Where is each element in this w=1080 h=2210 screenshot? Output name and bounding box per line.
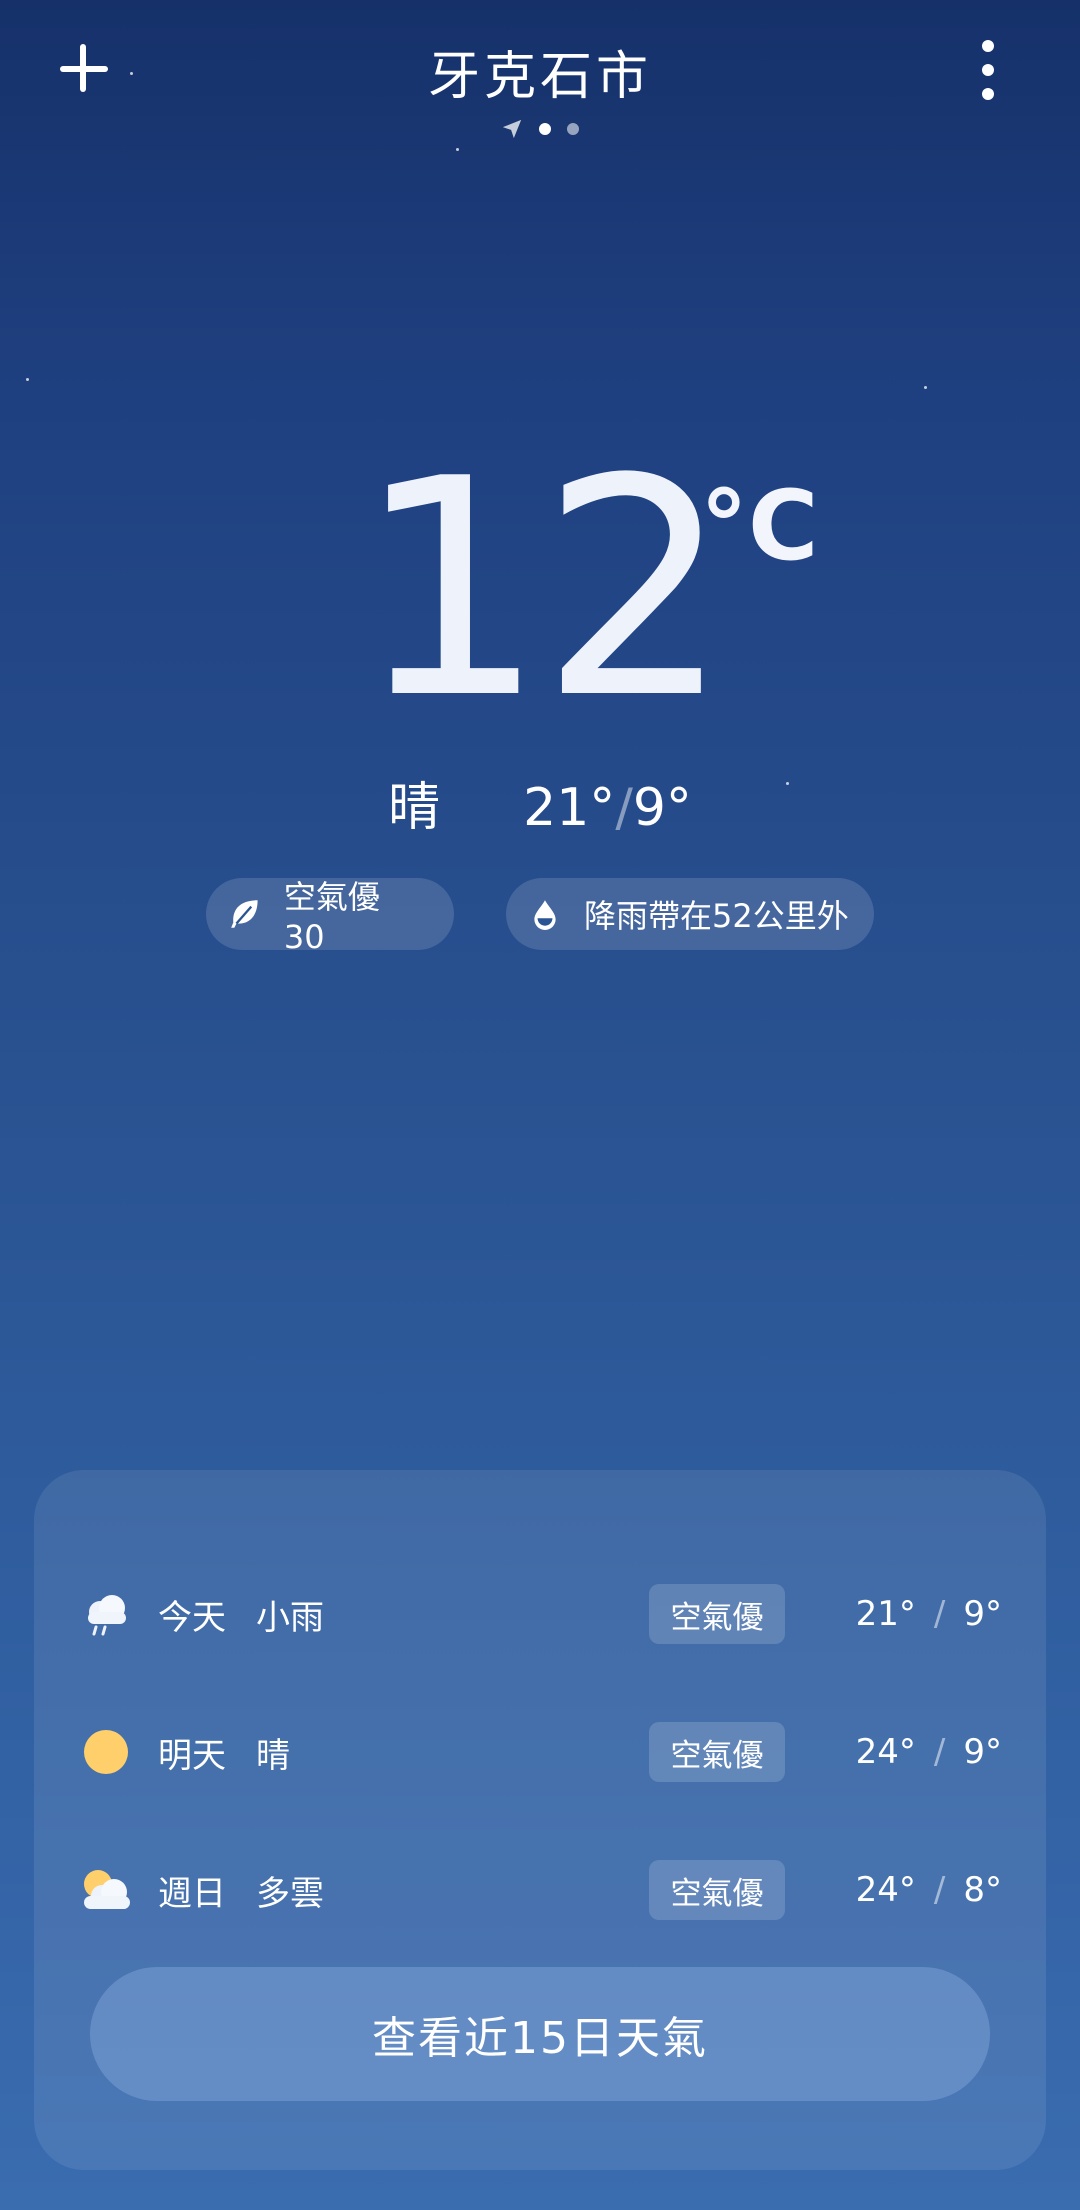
page-indicator — [0, 118, 1080, 140]
page-dot — [567, 123, 579, 135]
temp-separator: / — [933, 1594, 946, 1634]
more-options-button[interactable] — [976, 40, 1000, 100]
air-quality-text: 空氣優 30 — [283, 878, 380, 956]
forecast-aqi-badge: 空氣優 — [649, 1722, 785, 1782]
temperature-unit: °C — [700, 470, 819, 582]
forecast-condition: 多雲 — [256, 1873, 324, 1914]
page-dot-active — [539, 123, 551, 135]
star-decoration — [924, 386, 927, 389]
current-condition-line: 晴 21°/9° — [0, 765, 1080, 840]
raindrop-icon — [534, 900, 556, 930]
forecast-low: 9° — [963, 1732, 1002, 1772]
rain-cloud-icon — [88, 1595, 126, 1636]
forecast-high: 21° — [855, 1594, 916, 1634]
forecast-low: 8° — [963, 1870, 1002, 1910]
forecast-card: 今天 小雨 空氣優 21° / 9° 明天 晴 空氣優 24° / 9° 週日 … — [34, 1470, 1046, 2170]
forecast-condition: 小雨 — [256, 1597, 324, 1638]
star-decoration — [456, 148, 459, 151]
forecast-row-tomorrow[interactable]: 明天 晴 空氣優 24° / 9° — [34, 1712, 1046, 1792]
forecast-aqi-badge: 空氣優 — [649, 1860, 785, 1920]
forecast-temperature: 24° / 9° — [856, 1732, 1002, 1772]
forecast-day: 週日 — [158, 1873, 226, 1914]
more-dot-icon — [982, 88, 994, 100]
forecast-high: 24° — [855, 1870, 916, 1910]
forecast-temperature: 21° / 9° — [856, 1594, 1002, 1634]
rain-distance-text: 降雨帶在52公里外 — [584, 897, 849, 935]
more-dot-icon — [982, 64, 994, 76]
forecast-temperature: 24° / 8° — [856, 1870, 1002, 1910]
current-high: 21° — [523, 778, 616, 838]
current-temperature: 12 — [355, 415, 731, 764]
forecast-high: 24° — [855, 1732, 916, 1772]
sun-icon — [84, 1730, 128, 1774]
current-temperature-block: 12 °C — [0, 440, 1080, 740]
star-decoration — [26, 378, 29, 381]
rain-distance-badge[interactable]: 降雨帶在52公里外 — [506, 878, 874, 950]
air-quality-badge[interactable]: 空氣優 30 — [206, 878, 454, 956]
temp-separator: / — [933, 1870, 946, 1910]
more-dot-icon — [982, 40, 994, 52]
forecast-low: 9° — [963, 1594, 1002, 1634]
forecast-aqi-badge: 空氣優 — [649, 1584, 785, 1644]
view-15-day-forecast-button[interactable]: 查看近15日天氣 — [90, 1967, 990, 2101]
partly-cloudy-icon — [84, 1870, 130, 1909]
forecast-condition: 晴 — [256, 1735, 290, 1776]
temp-separator: / — [615, 778, 633, 838]
forecast-day: 今天 — [158, 1597, 226, 1638]
current-low: 9° — [632, 778, 692, 838]
leaf-icon — [231, 900, 258, 928]
location-arrow-icon — [502, 119, 522, 139]
current-condition: 晴 — [388, 778, 441, 838]
temp-separator: / — [933, 1732, 946, 1772]
info-badges: 空氣優 30 降雨帶在52公里外 — [0, 878, 1080, 956]
forecast-row-today[interactable]: 今天 小雨 空氣優 21° / 9° — [34, 1574, 1046, 1654]
city-title[interactable]: 牙克石市 — [0, 34, 1080, 109]
forecast-day: 明天 — [158, 1735, 226, 1776]
forecast-row-sunday[interactable]: 週日 多雲 空氣優 24° / 8° — [34, 1850, 1046, 1930]
